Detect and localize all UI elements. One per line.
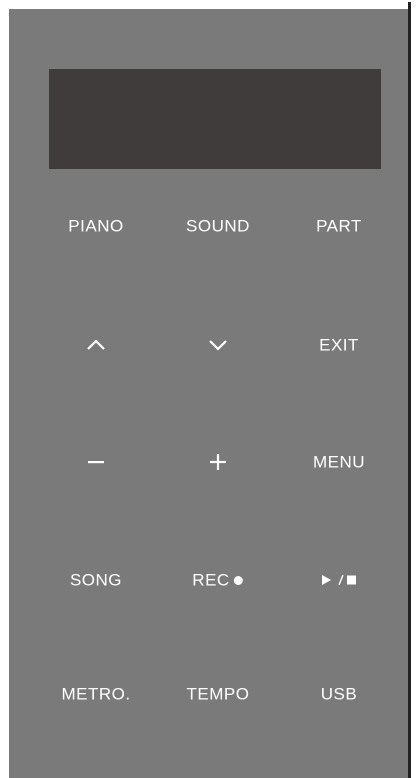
- rec-button-label: REC: [192, 570, 230, 590]
- part-button[interactable]: PART: [306, 212, 372, 241]
- song-button[interactable]: SONG: [60, 566, 132, 595]
- play-stop-icon: [322, 574, 356, 586]
- metro-button-label: METRO.: [61, 684, 131, 704]
- tempo-button[interactable]: TEMPO: [177, 680, 260, 709]
- rec-button[interactable]: REC: [182, 566, 253, 595]
- chevron-down-icon: [208, 339, 228, 351]
- sound-button[interactable]: SOUND: [176, 212, 260, 241]
- minus-button[interactable]: [78, 454, 114, 470]
- usb-button-label: USB: [320, 684, 358, 704]
- menu-button[interactable]: MENU: [303, 448, 375, 477]
- exit-button[interactable]: EXIT: [309, 331, 369, 360]
- plus-button[interactable]: [200, 448, 236, 476]
- up-button[interactable]: [76, 333, 116, 357]
- plus-icon: [210, 454, 226, 470]
- minus-icon: [88, 460, 104, 464]
- chevron-up-icon: [86, 339, 106, 351]
- record-dot-icon: [234, 575, 244, 585]
- piano-button[interactable]: PIANO: [58, 212, 133, 241]
- metro-button[interactable]: METRO.: [51, 680, 140, 709]
- sound-button-label: SOUND: [186, 216, 250, 236]
- down-button[interactable]: [198, 333, 238, 357]
- panel-edge: [408, 2, 411, 778]
- piano-button-label: PIANO: [68, 216, 124, 236]
- tempo-button-label: TEMPO: [186, 684, 250, 704]
- song-button-label: SONG: [69, 570, 123, 590]
- part-button-label: PART: [316, 216, 362, 236]
- menu-button-label: MENU: [312, 452, 366, 472]
- usb-button[interactable]: USB: [311, 680, 367, 709]
- play-stop-button[interactable]: [312, 568, 366, 592]
- exit-button-label: EXIT: [319, 335, 359, 355]
- lcd-display: [49, 69, 381, 169]
